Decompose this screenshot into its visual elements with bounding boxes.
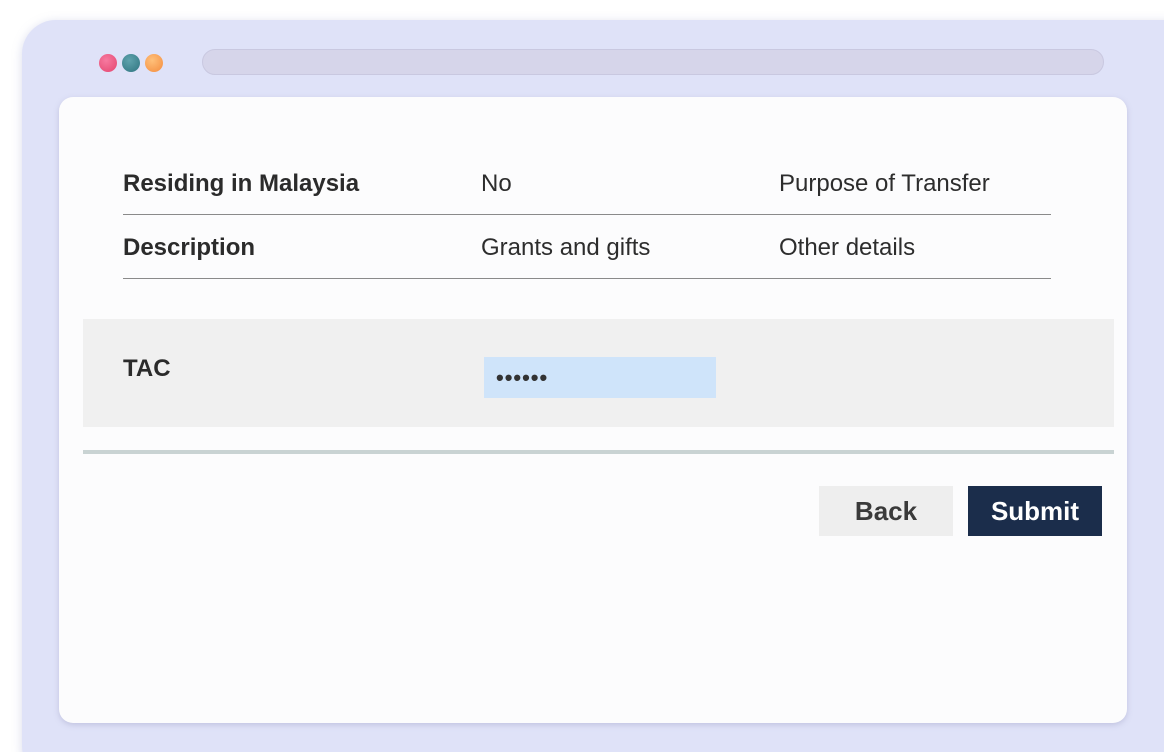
address-bar[interactable] <box>202 49 1104 75</box>
submit-button[interactable]: Submit <box>968 486 1102 536</box>
description-value: Grants and gifts <box>481 234 651 261</box>
detail-row-description: Description Grants and gifts Other detai… <box>123 214 1051 279</box>
page: Residing in Malaysia No Purpose of Trans… <box>0 0 1164 752</box>
tac-label: TAC <box>123 355 171 382</box>
residing-label: Residing in Malaysia <box>123 170 360 197</box>
divider <box>83 450 1114 454</box>
detail-row-residing: Residing in Malaysia No Purpose of Trans… <box>123 150 1051 215</box>
purpose-of-transfer-label: Purpose of Transfer <box>779 170 990 197</box>
residing-value: No <box>481 170 512 197</box>
tac-input[interactable] <box>484 357 716 398</box>
back-button[interactable]: Back <box>819 486 953 536</box>
tac-panel: TAC <box>83 319 1114 427</box>
minimize-window-dot-icon[interactable] <box>122 54 140 72</box>
zoom-window-dot-icon[interactable] <box>145 54 163 72</box>
other-details-label: Other details <box>779 234 916 261</box>
close-window-dot-icon[interactable] <box>99 54 117 72</box>
description-label: Description <box>123 234 256 261</box>
